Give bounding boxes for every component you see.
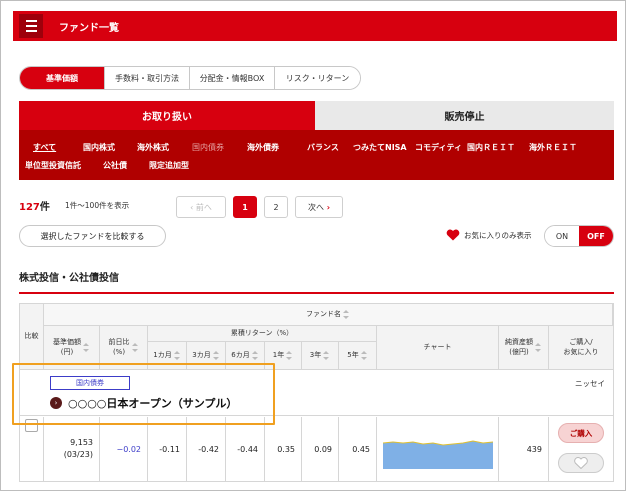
header-net-assets-label: 純資産額 (億円) xyxy=(505,338,533,356)
heart-icon xyxy=(446,229,460,241)
next-page-label: 次へ xyxy=(307,202,324,212)
highlight-box xyxy=(12,363,275,425)
header-fund-name[interactable]: ファンド名 xyxy=(44,304,613,326)
sort-icon xyxy=(173,351,181,360)
favorites-filter-text: お気に入りのみ表示 xyxy=(464,230,532,240)
header-nav-label: 基準価額 (円) xyxy=(53,338,81,356)
sort-icon xyxy=(343,310,350,319)
category-tsumitate-nisa[interactable]: つみたてNISA xyxy=(353,142,407,153)
nav-date: (03/23) xyxy=(63,450,93,459)
tab-on-sale[interactable]: お取り扱い xyxy=(19,101,315,130)
result-pagination-row: 127件 1件〜100件を表示 ‹ 前へ 1 2 次へ › xyxy=(19,196,614,218)
chevron-right-icon: › xyxy=(323,202,331,212)
header-cumulative-return: 累積リターン（%） xyxy=(148,326,377,342)
view-tabs: 基準価額 手数料・取引方法 分配金・情報BOX リスク・リターン xyxy=(19,66,361,90)
tab-fees[interactable]: 手数料・取引方法 xyxy=(105,67,190,89)
period-label: 5年 xyxy=(347,350,359,359)
section-divider xyxy=(19,292,614,294)
category-domestic-bond[interactable]: 国内債券 xyxy=(192,142,224,153)
result-count: 127件 xyxy=(19,198,50,213)
app-header: ファンド一覧 xyxy=(13,11,617,41)
category-limited-addition[interactable]: 限定追加型 xyxy=(149,160,189,171)
section-title: 株式投信・公社債投信 xyxy=(19,273,119,284)
return-6m: -0.44 xyxy=(226,417,265,481)
period-label: 3カ月 xyxy=(192,350,211,359)
return-1m: -0.11 xyxy=(148,417,187,481)
return-3m: -0.42 xyxy=(187,417,226,481)
return-1y: 0.35 xyxy=(265,417,302,481)
tab-risk-return[interactable]: リスク・リターン xyxy=(275,67,360,89)
header-net-assets[interactable]: 純資産額 (億円) xyxy=(499,326,549,370)
mini-chart[interactable] xyxy=(382,429,493,469)
prev-day-cell: −0.02 xyxy=(100,417,148,481)
tab-sale-stopped[interactable]: 販売停止 xyxy=(315,101,614,130)
handling-switch: お取り扱い 販売停止 xyxy=(19,101,614,130)
toggle-off[interactable]: OFF xyxy=(579,226,613,246)
favorite-button[interactable] xyxy=(558,453,604,473)
chart-cell xyxy=(377,417,499,481)
hamburger-menu-icon[interactable] xyxy=(19,14,43,38)
header-compare: 比較 xyxy=(20,304,44,370)
category-foreign-equity[interactable]: 海外株式 xyxy=(137,142,169,153)
compare-cell xyxy=(20,417,44,481)
header-purchase: ご購入/ お気に入り xyxy=(549,326,613,370)
sort-icon xyxy=(535,343,542,352)
table-row: 9,153 (03/23) −0.02 -0.11 -0.42 -0.44 0.3… xyxy=(20,417,613,481)
category-all[interactable]: すべて xyxy=(33,142,56,153)
compare-funds-button[interactable]: 選択したファンドを比較する xyxy=(19,225,166,247)
sort-icon xyxy=(323,351,330,360)
header-fund-name-label: ファンド名 xyxy=(306,309,341,318)
sort-icon xyxy=(212,351,220,360)
result-range: 1件〜100件を表示 xyxy=(65,201,130,210)
heart-icon xyxy=(574,457,588,469)
prev-page-button[interactable]: ‹ 前へ xyxy=(176,196,226,218)
header-prev-day-label: 前日比 (%) xyxy=(108,338,130,356)
purchase-cell: ご購入 xyxy=(549,417,613,481)
return-3y: 0.09 xyxy=(302,417,339,481)
tab-nav[interactable]: 基準価額 xyxy=(20,67,105,89)
category-domestic-equity[interactable]: 国内株式 xyxy=(83,142,115,153)
period-label: 1カ月 xyxy=(153,350,172,359)
category-domestic-reit[interactable]: 国内ＲＥＩＴ xyxy=(467,142,515,153)
tab-distribution[interactable]: 分配金・情報BOX xyxy=(190,67,275,89)
sort-icon xyxy=(286,351,293,360)
next-page-button[interactable]: 次へ › xyxy=(295,196,343,218)
header-period-3y[interactable]: 3年 xyxy=(302,342,339,370)
page-frame: ファンド一覧 基準価額 手数料・取引方法 分配金・情報BOX リスク・リターン … xyxy=(0,0,626,491)
header-chart: チャート xyxy=(377,326,499,370)
favorites-toggle[interactable]: ON OFF xyxy=(544,225,614,247)
buy-button[interactable]: ご購入 xyxy=(558,423,604,443)
sort-icon xyxy=(251,351,259,360)
favorites-filter-label: お気に入りのみ表示 xyxy=(446,229,532,241)
page-title: ファンド一覧 xyxy=(59,22,119,34)
result-count-unit: 件 xyxy=(39,202,50,213)
period-label: 1年 xyxy=(272,350,285,359)
page-2-button[interactable]: 2 xyxy=(264,196,288,218)
category-commodity[interactable]: コモディティ xyxy=(415,142,462,153)
category-public-bond[interactable]: 公社債 xyxy=(103,160,127,171)
sort-icon xyxy=(83,343,90,352)
return-5y: 0.45 xyxy=(339,417,377,481)
category-filter-bar: すべて 国内株式 海外株式 国内債券 海外債券 バランス つみたてNISA コモ… xyxy=(19,130,614,180)
category-foreign-bond[interactable]: 海外債券 xyxy=(247,142,279,153)
nav-cell: 9,153 (03/23) xyxy=(44,417,100,481)
header-period-5y[interactable]: 5年 xyxy=(339,342,377,370)
category-unit-type[interactable]: 単位型投資信託 xyxy=(25,160,81,171)
nav-value: 9,153 xyxy=(70,438,93,447)
toggle-on[interactable]: ON xyxy=(545,226,579,246)
page-1-button[interactable]: 1 xyxy=(233,196,257,218)
sort-icon xyxy=(360,351,368,360)
period-label: 3年 xyxy=(309,350,322,359)
prev-page-label: 前へ xyxy=(195,202,212,212)
category-foreign-reit[interactable]: 海外ＲＥＩＴ xyxy=(529,142,577,153)
period-label: 6カ月 xyxy=(231,350,250,359)
result-count-value: 127 xyxy=(19,202,40,213)
sort-icon xyxy=(131,343,139,352)
category-balance[interactable]: バランス xyxy=(307,142,339,153)
net-assets-cell: 439 xyxy=(499,417,549,481)
fund-company: ニッセイ xyxy=(575,379,605,388)
